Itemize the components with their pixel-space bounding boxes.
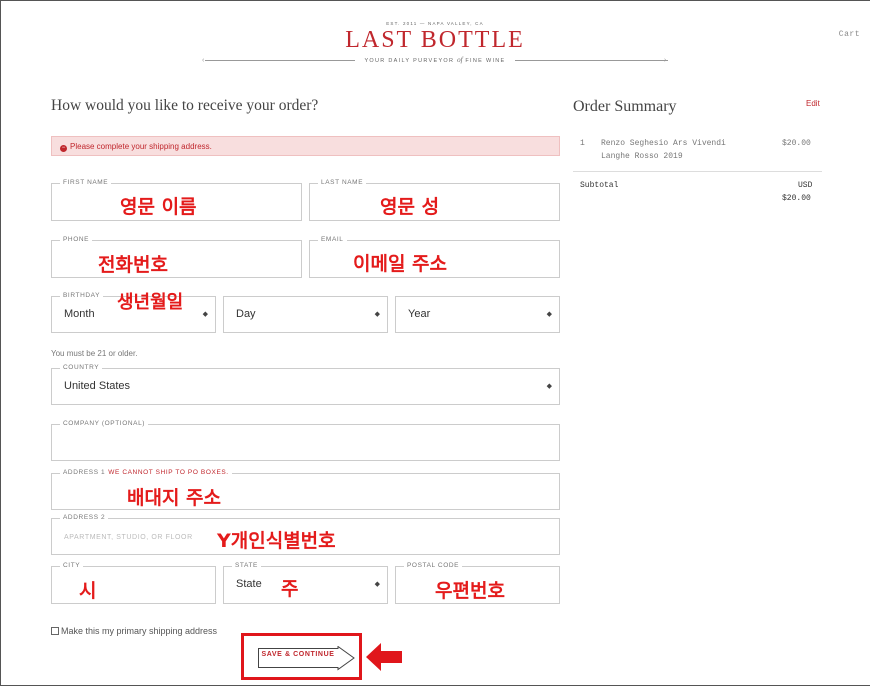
address2-field[interactable]: ADDRESS 2 APARTMENT, STUDIO, OR FLOOR Y개…	[51, 514, 560, 555]
tagline-of: of	[457, 56, 463, 64]
state-label: STATE	[232, 562, 261, 569]
postal-code-label: POSTAL CODE	[404, 562, 463, 569]
alert-banner: − Please complete your shipping address.	[51, 136, 560, 156]
company-label: COMPANY (OPTIONAL)	[60, 420, 149, 427]
birthday-day-select[interactable]: Day ◆	[223, 296, 388, 333]
day-value: Day	[236, 308, 256, 320]
primary-address-label: Make this my primary shipping address	[61, 626, 218, 636]
select-caret-icon: ◆	[374, 311, 380, 318]
first-name-label: FIRST NAME	[60, 179, 112, 186]
item-name-line2: Langhe Rosso 2019	[601, 152, 683, 161]
save-continue-label: SAVE & CONTINUE	[261, 651, 335, 658]
postal-code-field[interactable]: POSTAL CODE 우편번호	[395, 562, 560, 604]
email-field[interactable]: EMAIL 이메일 주소	[309, 236, 560, 278]
address1-annotation: 배대지 주소	[127, 487, 222, 509]
birthday-year-select[interactable]: Year ◆	[395, 296, 560, 333]
checkbox-icon[interactable]	[51, 627, 59, 635]
country-value: United States	[64, 380, 131, 392]
birthday-annotation: 생년월일	[117, 292, 184, 313]
alert-text: Please complete your shipping address.	[70, 142, 212, 151]
button-arrow-outline	[258, 646, 355, 671]
save-continue-button[interactable]: SAVE & CONTINUE	[258, 646, 355, 671]
state-select[interactable]: STATE State 주 ◆	[223, 562, 388, 604]
postal-code-annotation: 우편번호	[435, 580, 505, 602]
address2-label: ADDRESS 2	[60, 514, 109, 521]
arrow-right-icon: ›	[664, 57, 667, 64]
state-annotation: 주	[281, 578, 299, 600]
currency-label: USD	[798, 181, 813, 190]
phone-label: PHONE	[60, 236, 93, 243]
primary-address-checkbox[interactable]: Make this my primary shipping address	[51, 626, 217, 636]
select-caret-icon: ◆	[546, 311, 552, 318]
tagline-rule-right	[515, 60, 668, 61]
order-summary-heading: Order Summary	[573, 98, 677, 115]
subtotal-label: Subtotal	[580, 181, 619, 190]
country-label: COUNTRY	[60, 364, 103, 371]
tagline-left: YOUR DAILY PURVEYOR	[364, 58, 455, 64]
alert-icon: −	[60, 145, 67, 152]
logo[interactable]: LAST BOTTLE	[0, 27, 870, 54]
address2-placeholder: APARTMENT, STUDIO, OR FLOOR	[64, 534, 193, 541]
company-field[interactable]: COMPANY (OPTIONAL)	[51, 420, 560, 461]
last-name-annotation: 영문 성	[380, 196, 440, 218]
po-box-warning: WE CANNOT SHIP TO PO BOXES.	[108, 469, 229, 476]
select-caret-icon: ◆	[374, 581, 380, 588]
red-arrow-icon	[366, 643, 402, 671]
summary-divider	[573, 171, 822, 172]
month-value: Month	[64, 308, 95, 320]
phone-field[interactable]: PHONE 전화번호	[51, 236, 302, 278]
select-caret-icon: ◆	[202, 311, 208, 318]
cart-link[interactable]: Cart	[839, 30, 860, 39]
address2-annotation: Y개인식별번호	[217, 530, 336, 552]
tagline-right: FINE WINE	[465, 58, 506, 64]
city-annotation: 시	[79, 580, 97, 602]
city-label: CITY	[60, 562, 84, 569]
address1-label-text: ADDRESS 1	[63, 469, 106, 476]
city-field[interactable]: CITY 시	[51, 562, 216, 604]
birthday-label: BIRTHDAY	[60, 292, 104, 299]
first-name-field[interactable]: FIRST NAME 영문 이름	[51, 179, 302, 221]
edit-link[interactable]: Edit	[806, 99, 820, 108]
year-value: Year	[408, 308, 431, 320]
item-qty: 1	[580, 139, 585, 148]
phone-annotation: 전화번호	[98, 254, 168, 276]
email-label: EMAIL	[318, 236, 347, 243]
subtotal-value: $20.00	[782, 194, 811, 203]
tagline: YOUR DAILY PURVEYOR of FINE WINE	[0, 56, 870, 64]
arrow-left-icon: ‹	[202, 57, 205, 64]
item-price: $20.00	[782, 139, 811, 148]
item-name-line1: Renzo Seghesio Ars Vivendi	[601, 139, 726, 148]
country-select[interactable]: COUNTRY United States ◆	[51, 364, 560, 405]
select-caret-icon: ◆	[546, 383, 552, 390]
state-value: State	[236, 578, 262, 590]
est-line: EST. 2011 — NAPA VALLEY, CA	[386, 21, 484, 26]
address1-field[interactable]: ADDRESS 1 WE CANNOT SHIP TO PO BOXES. 배대지…	[51, 469, 560, 510]
form-heading: How would you like to receive your order…	[51, 97, 319, 114]
last-name-field[interactable]: LAST NAME 영문 성	[309, 179, 560, 221]
age-note: You must be 21 or older.	[51, 349, 138, 358]
last-name-label: LAST NAME	[318, 179, 367, 186]
address1-label: ADDRESS 1 WE CANNOT SHIP TO PO BOXES.	[60, 469, 232, 476]
email-annotation: 이메일 주소	[353, 253, 448, 275]
first-name-annotation: 영문 이름	[120, 196, 197, 218]
